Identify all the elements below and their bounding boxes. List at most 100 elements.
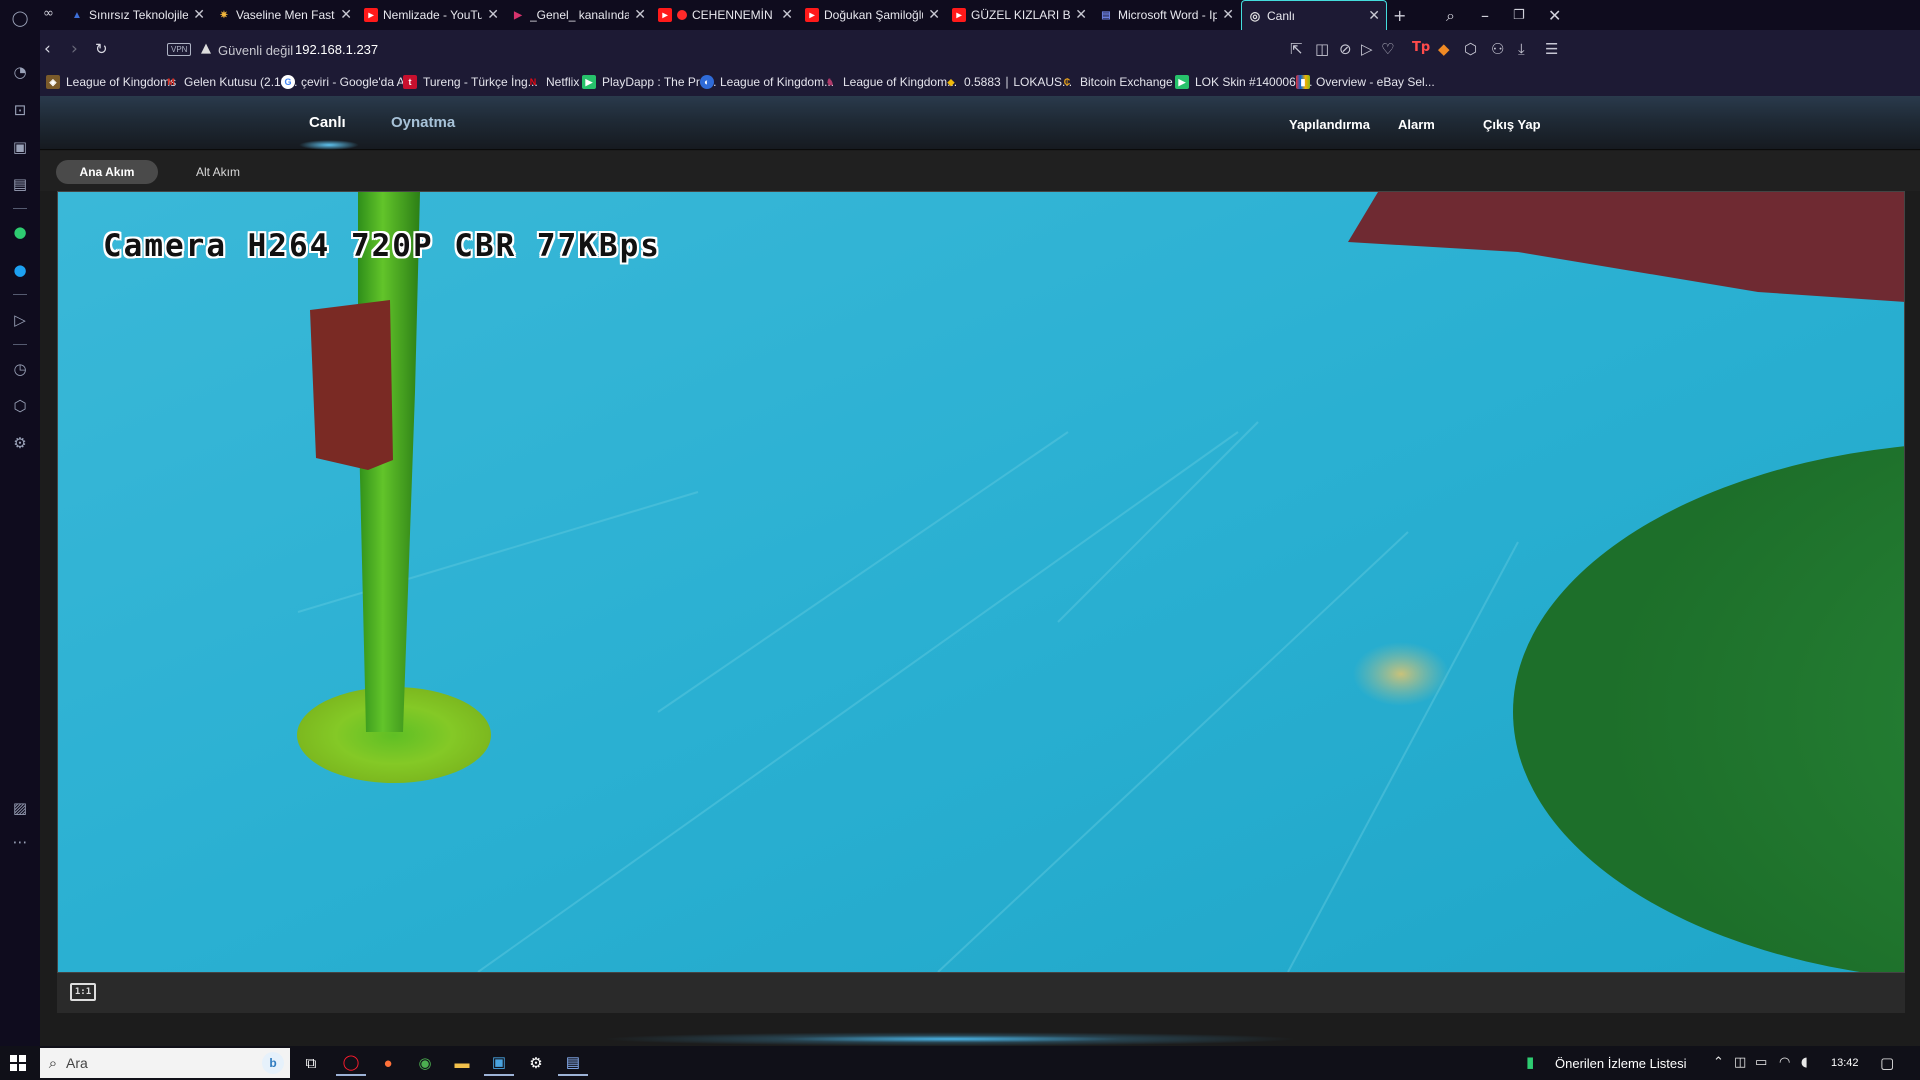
browser-tab[interactable]: ▸ Nemlizade - YouTube ✕ xyxy=(358,0,505,30)
tab-title: Doğukan Şamiloğlu - Yo xyxy=(824,8,924,22)
tab-live[interactable]: Canlı xyxy=(309,114,346,131)
ad-block-icon[interactable]: ⊘ xyxy=(1339,40,1352,58)
tab-playback[interactable]: Oynatma xyxy=(391,114,455,131)
twitch-icon[interactable]: ▣ xyxy=(8,135,32,159)
security-status[interactable]: Güvenli değil xyxy=(218,43,293,58)
close-icon[interactable]: ✕ xyxy=(781,7,793,23)
history-icon[interactable]: ◷ xyxy=(8,357,32,381)
chevron-up-icon[interactable]: ⌃ xyxy=(1713,1055,1724,1070)
bookmark-item[interactable]: ▶ LOK Skin #1400066... xyxy=(1175,75,1312,89)
close-icon[interactable]: ✕ xyxy=(634,7,646,23)
more-icon[interactable]: ⋯ xyxy=(8,830,32,854)
close-icon[interactable]: ✕ xyxy=(928,7,940,23)
vpn-badge[interactable]: VPN xyxy=(167,43,192,56)
browser-tab-active[interactable]: ◎ Canlı ✕ xyxy=(1241,0,1387,30)
video-toolbar: 1:1 xyxy=(57,973,1905,1013)
opera-gx-icon[interactable]: ◯ xyxy=(336,1050,366,1076)
main-stream-button[interactable]: Ana Akım xyxy=(56,160,158,184)
live-video-feed[interactable]: Camera H264 720P CBR 77KBps xyxy=(57,191,1905,973)
opera-logo-icon[interactable]: ◯ xyxy=(8,6,32,30)
browser-tab[interactable]: ▤ Microsoft Word - Ip Kar ✕ xyxy=(1093,0,1240,30)
bing-icon[interactable]: b xyxy=(262,1052,284,1074)
settings-icon[interactable]: ⚙ xyxy=(521,1050,551,1076)
camera-snapshot-icon[interactable]: ◫ xyxy=(1315,40,1329,58)
share-icon[interactable]: ⇱ xyxy=(1290,40,1303,58)
reload-icon[interactable]: ↻ xyxy=(95,40,108,58)
browser-tab[interactable]: ▲ Sınırsız Teknolojiler, Gü ✕ xyxy=(64,0,211,30)
shopping-bag-icon[interactable]: ⊡ xyxy=(8,98,32,122)
close-icon[interactable]: ✕ xyxy=(487,7,499,23)
download-icon[interactable]: ⤓ xyxy=(1518,40,1525,58)
minimize-icon[interactable]: – xyxy=(1481,6,1489,25)
watchlist-icon[interactable]: ▮ xyxy=(1526,1053,1534,1071)
sub-stream-button[interactable]: Alt Akım xyxy=(180,160,256,184)
close-icon[interactable]: ✕ xyxy=(340,7,352,23)
heart-icon[interactable]: ♡ xyxy=(1381,40,1394,58)
original-size-button[interactable]: 1:1 xyxy=(70,983,96,1001)
back-icon[interactable]: ‹ xyxy=(44,39,51,59)
tray-watchlist-label[interactable]: Önerilen İzleme Listesi xyxy=(1555,1056,1687,1071)
bookmark-item[interactable]: ▮ Overview - eBay Sel... xyxy=(1296,75,1435,89)
forward-icon[interactable]: › xyxy=(71,39,78,59)
bookmark-item[interactable]: ₵ Bitcoin Exchange |... xyxy=(1060,75,1189,89)
nav-alarm[interactable]: Alarm xyxy=(1398,117,1435,132)
browser-tab[interactable]: ▸ CEHENNEMİN KAPI ✕ xyxy=(652,0,799,30)
new-tab-icon[interactable]: + xyxy=(1393,6,1406,25)
warning-icon[interactable]: ▲ xyxy=(201,41,211,56)
task-view-icon[interactable]: ⧉ xyxy=(296,1050,326,1076)
nav-configuration[interactable]: Yapılandırma xyxy=(1289,117,1370,132)
windows-start-icon[interactable] xyxy=(10,1055,26,1071)
bookmark-item[interactable]: ◈ League of Kingdoms xyxy=(46,75,176,89)
restore-icon[interactable]: ❐ xyxy=(1513,8,1525,23)
bookmark-item[interactable]: N Netflix xyxy=(526,75,580,89)
tab-menu-icon[interactable]: ∞ xyxy=(43,6,54,21)
twitter-icon[interactable]: ● xyxy=(8,258,32,282)
gallery-icon[interactable]: ▨ xyxy=(8,796,32,820)
window-close-icon[interactable]: ✕ xyxy=(1548,6,1561,25)
remote-desktop-icon[interactable]: ▣ xyxy=(484,1050,514,1076)
bookmark-item[interactable]: ◆ 0.5883 ∣ LOKAUS... xyxy=(944,75,1073,89)
close-icon[interactable]: ✕ xyxy=(1075,7,1087,23)
metamask-icon[interactable]: ◆ xyxy=(1438,40,1450,58)
whatsapp-icon[interactable]: ● xyxy=(8,220,32,244)
speed-dial-icon[interactable]: ◔ xyxy=(8,60,32,84)
wifi-icon[interactable]: ◠ xyxy=(1779,1055,1790,1070)
search-placeholder: Ara xyxy=(66,1055,88,1071)
file-explorer-icon[interactable]: ▬ xyxy=(447,1050,477,1076)
profile-icon[interactable]: ⚇ xyxy=(1491,40,1504,58)
browser-tab[interactable]: ▸ Doğukan Şamiloğlu - Yo ✕ xyxy=(799,0,946,30)
easy-setup-icon[interactable]: ☰ xyxy=(1545,40,1558,58)
chrome-icon[interactable]: ◉ xyxy=(410,1050,440,1076)
extension-icon[interactable]: ▤ xyxy=(8,172,32,196)
settings-gear-icon[interactable]: ⚙ xyxy=(8,431,32,455)
network-app-icon[interactable]: ▤ xyxy=(558,1050,588,1076)
system-clock[interactable]: 13:42 xyxy=(1831,1057,1859,1069)
bookmark-item[interactable]: t Tureng - Türkçe İng... xyxy=(403,75,538,89)
meet-now-icon[interactable]: ◫ xyxy=(1734,1055,1746,1070)
taskbar-search[interactable]: ⌕ Ara b xyxy=(40,1048,290,1078)
volume-icon[interactable]: ◖ xyxy=(1801,1055,1808,1070)
url-field[interactable]: 192.168.1.237 xyxy=(295,42,378,57)
send-icon[interactable]: ▷ xyxy=(1361,40,1373,58)
bookmark-item[interactable]: M Gelen Kutusu (2.18... xyxy=(164,75,297,89)
search-icon: ⌕ xyxy=(48,1054,58,1072)
player-icon[interactable]: ▷ xyxy=(8,308,32,332)
close-icon[interactable]: ✕ xyxy=(193,7,205,23)
close-icon[interactable]: ✕ xyxy=(1222,7,1234,23)
firefox-icon[interactable]: ● xyxy=(373,1050,403,1076)
battery-icon[interactable]: ▭ xyxy=(1755,1055,1767,1070)
nav-logout[interactable]: Çıkış Yap xyxy=(1483,117,1541,132)
tp-extension-icon[interactable]: Tp xyxy=(1412,40,1430,55)
browser-tab[interactable]: ▸ GÜZEL KIZLARI BLUETO ✕ xyxy=(946,0,1093,30)
notification-icon[interactable]: ▢ xyxy=(1880,1054,1894,1072)
cube-icon[interactable]: ⬡ xyxy=(8,394,32,418)
bookmark-item[interactable]: ♞ League of Kingdom... xyxy=(823,75,957,89)
extensions-cube-icon[interactable]: ⬡ xyxy=(1464,40,1477,58)
browser-tab[interactable]: ✷ Vaseline Men Fast Abso ✕ xyxy=(211,0,358,30)
search-tabs-icon[interactable]: ⌕ xyxy=(1446,6,1455,26)
bookmark-item[interactable]: Gçeviri - Google'da A... xyxy=(281,75,415,89)
bookmark-item[interactable]: ◐ League of Kingdom... xyxy=(700,75,834,89)
browser-tab[interactable]: ▶ _Genel_ kanalındaki top ✕ xyxy=(505,0,652,30)
bookmark-item[interactable]: ▶ PlayDapp : The Pre... xyxy=(582,75,717,89)
close-icon[interactable]: ✕ xyxy=(1368,8,1380,24)
